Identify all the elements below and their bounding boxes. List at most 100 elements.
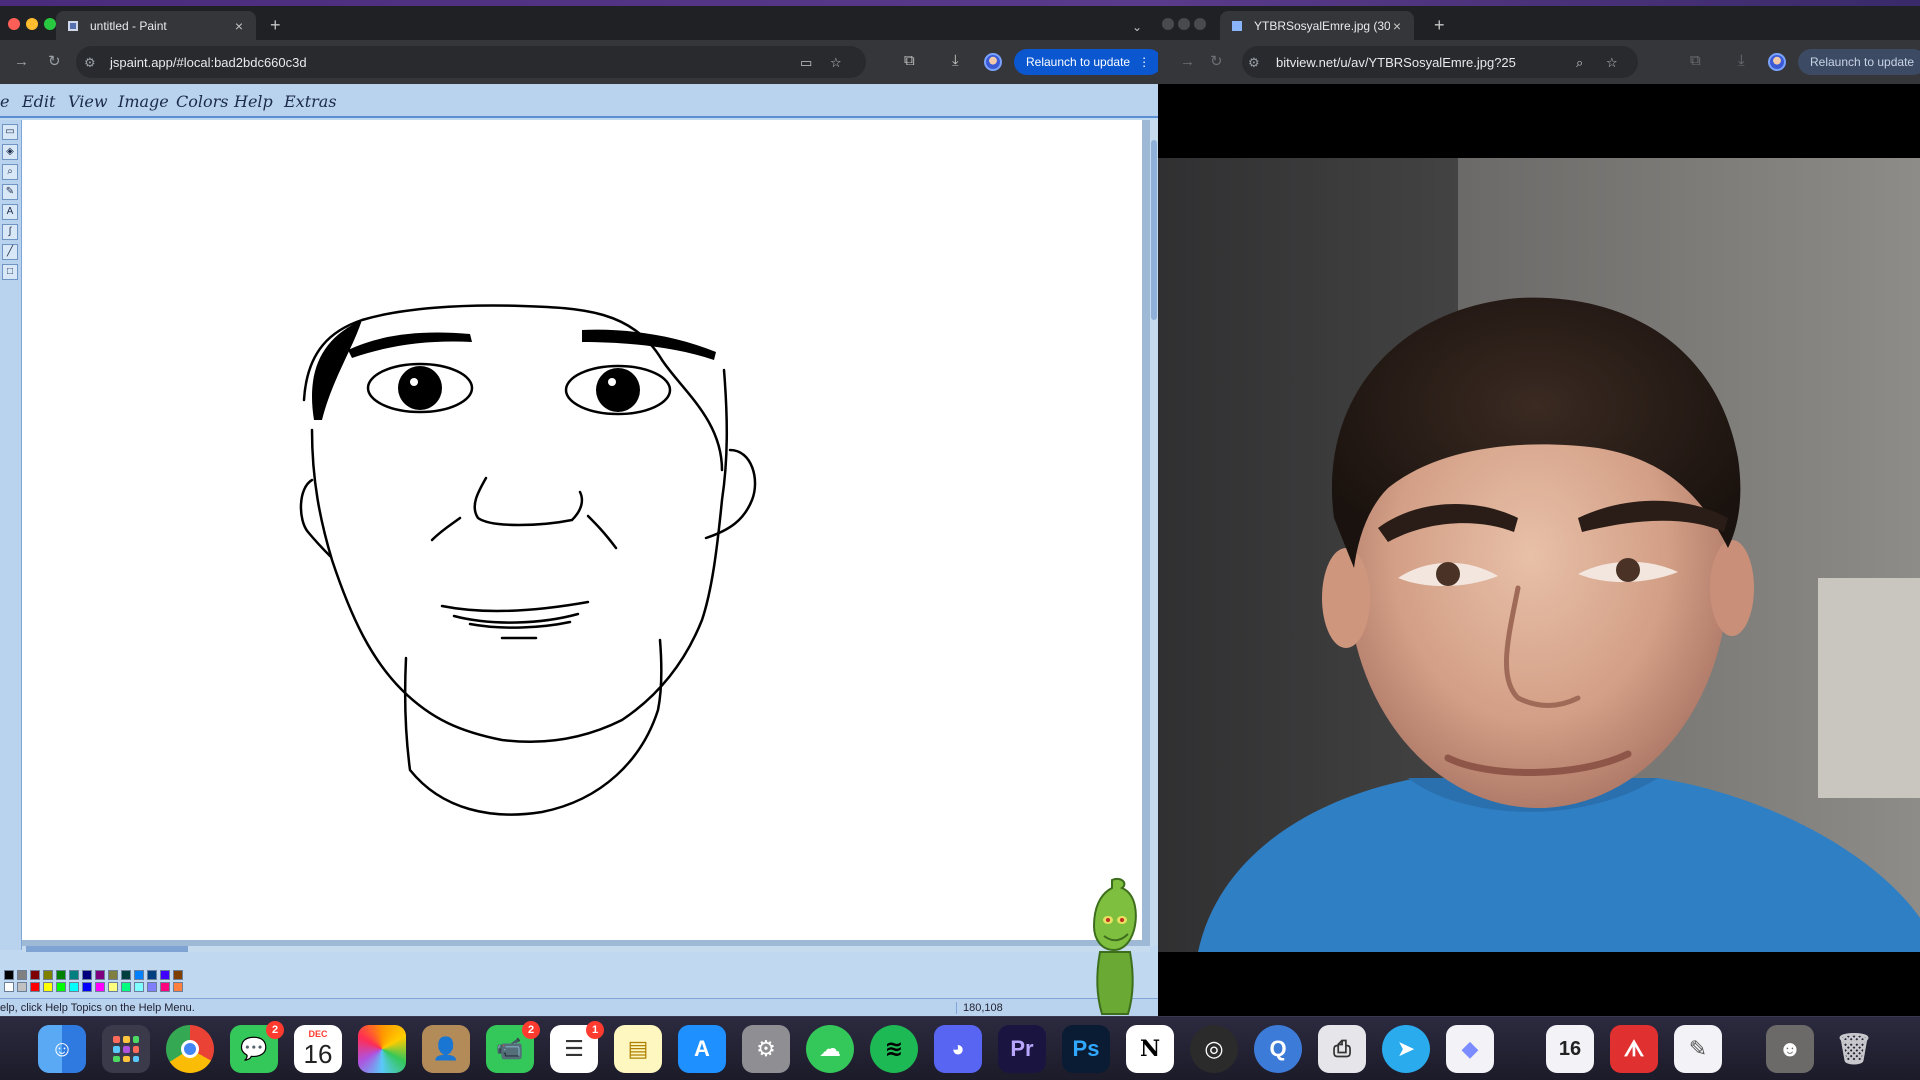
- cloud-upload-icon[interactable]: ☁: [806, 1025, 854, 1073]
- palette-swatch[interactable]: [134, 970, 144, 980]
- premiere-icon[interactable]: Pr: [998, 1025, 1046, 1073]
- drawing-canvas[interactable]: [22, 120, 1142, 940]
- grinch-clippy-icon[interactable]: [1082, 874, 1146, 1016]
- reload-icon[interactable]: ↻: [48, 53, 61, 71]
- minimize-window-button[interactable]: [26, 18, 38, 30]
- trash-icon[interactable]: 🗑: [1830, 1025, 1878, 1073]
- select-tool-icon[interactable]: ▭: [2, 124, 18, 140]
- palette-swatch[interactable]: [43, 982, 53, 992]
- palette-swatch[interactable]: [17, 982, 27, 992]
- menu-image[interactable]: Image: [118, 92, 169, 111]
- download-icon-right[interactable]: ⤓: [1738, 52, 1745, 70]
- photoshop-icon[interactable]: Ps: [1062, 1025, 1110, 1073]
- textedit-icon[interactable]: ✎: [1674, 1025, 1722, 1073]
- palette-swatch[interactable]: [95, 970, 105, 980]
- roblox-icon[interactable]: ◆: [1446, 1025, 1494, 1073]
- palette-swatch[interactable]: [30, 970, 40, 980]
- app-store-icon[interactable]: A: [678, 1025, 726, 1073]
- site-info-icon-right[interactable]: ⚙: [1248, 55, 1260, 71]
- close-window-button-inactive[interactable]: [1162, 18, 1174, 30]
- portrait-photo[interactable]: [1158, 158, 1920, 952]
- line-tool-icon[interactable]: ╱: [2, 244, 18, 260]
- close-tab-icon[interactable]: ×: [232, 18, 246, 34]
- palette-swatch[interactable]: [173, 970, 183, 980]
- launchpad-icon[interactable]: [102, 1025, 150, 1073]
- forward-icon[interactable]: →: [14, 53, 29, 71]
- fill-tool-icon[interactable]: ◈: [2, 144, 18, 160]
- telegram-icon[interactable]: ➤: [1382, 1025, 1430, 1073]
- palette-swatch[interactable]: [121, 970, 131, 980]
- chrome-icon[interactable]: [166, 1025, 214, 1073]
- calendar-app-icon[interactable]: 16: [1546, 1025, 1594, 1073]
- palette-swatch[interactable]: [147, 982, 157, 992]
- star-icon[interactable]: ☆: [830, 55, 842, 71]
- extension-icon[interactable]: ⧉: [904, 52, 915, 70]
- reload-icon-right[interactable]: ↻: [1210, 53, 1223, 71]
- calendar-icon[interactable]: DEC 16: [294, 1025, 342, 1073]
- menu-edit[interactable]: Edit: [22, 92, 55, 111]
- messages-icon[interactable]: 💬 2: [230, 1021, 284, 1073]
- magnifier-tool-icon[interactable]: ⌕: [2, 164, 18, 180]
- quicktime-icon[interactable]: Q: [1254, 1025, 1302, 1073]
- palette-swatch[interactable]: [108, 982, 118, 992]
- palette-swatch[interactable]: [82, 970, 92, 980]
- download-icon[interactable]: ⤓: [952, 52, 959, 70]
- notion-icon[interactable]: N: [1126, 1025, 1174, 1073]
- recent-photo-thumbnail[interactable]: ☻: [1766, 1025, 1814, 1073]
- relaunch-button[interactable]: Relaunch to update ⋮: [1014, 49, 1158, 75]
- close-window-button[interactable]: [8, 18, 20, 30]
- palette-swatch[interactable]: [4, 970, 14, 980]
- horizontal-scrollbar[interactable]: [22, 946, 1150, 952]
- palette-swatch[interactable]: [121, 982, 131, 992]
- zoom-window-button-inactive[interactable]: [1194, 18, 1206, 30]
- system-settings-icon[interactable]: ⚙: [742, 1025, 790, 1073]
- brush-tool-icon[interactable]: ✎: [2, 184, 18, 200]
- palette-swatch[interactable]: [173, 982, 183, 992]
- spotify-icon[interactable]: ≋: [870, 1025, 918, 1073]
- zoom-window-button[interactable]: [44, 18, 56, 30]
- new-tab-button-right[interactable]: +: [1434, 16, 1445, 34]
- reminders-icon[interactable]: ☰ 1: [550, 1021, 604, 1073]
- site-info-icon[interactable]: ⚙: [84, 55, 96, 71]
- horizontal-scroll-thumb[interactable]: [26, 946, 188, 952]
- relaunch-button-right[interactable]: Relaunch to update: [1798, 49, 1920, 75]
- extension-icon-right[interactable]: ⧉: [1690, 52, 1701, 70]
- address-bar[interactable]: ⚙ jspaint.app/#local:bad2bdc660c3d ☆ ▭: [76, 46, 866, 78]
- profile-avatar-right[interactable]: [1768, 53, 1786, 71]
- discord-icon[interactable]: ◕: [934, 1025, 982, 1073]
- star-icon-right[interactable]: ☆: [1606, 55, 1618, 71]
- text-tool-icon[interactable]: A: [2, 204, 18, 220]
- forward-icon-right[interactable]: →: [1180, 53, 1195, 71]
- contacts-icon[interactable]: 👤: [422, 1025, 470, 1073]
- palette-swatch[interactable]: [69, 982, 79, 992]
- palette-swatch[interactable]: [108, 970, 118, 980]
- palette-swatch[interactable]: [160, 982, 170, 992]
- vertical-scroll-thumb[interactable]: [1151, 140, 1157, 320]
- finder-icon[interactable]: ☺: [38, 1025, 86, 1073]
- curve-tool-icon[interactable]: ∫: [2, 224, 18, 240]
- palette-swatch[interactable]: [134, 982, 144, 992]
- close-tab-icon-right[interactable]: ×: [1390, 18, 1404, 34]
- menu-colors[interactable]: Colors: [176, 92, 228, 111]
- menu-extras[interactable]: Extras: [284, 92, 337, 111]
- palette-swatch[interactable]: [95, 982, 105, 992]
- facetime-icon[interactable]: 📹 2: [486, 1021, 540, 1073]
- menu-file[interactable]: e: [0, 92, 9, 111]
- menu-help[interactable]: Help: [234, 92, 273, 111]
- palette-swatch[interactable]: [30, 982, 40, 992]
- palette-swatch[interactable]: [82, 982, 92, 992]
- palette-swatch[interactable]: [56, 982, 66, 992]
- new-tab-button[interactable]: +: [270, 16, 281, 34]
- tab-photo[interactable]: YTBRSosyalEmre.jpg (300×3 ×: [1220, 11, 1414, 40]
- zoom-icon[interactable]: ⌕: [1576, 55, 1583, 71]
- palette-swatch[interactable]: [4, 982, 14, 992]
- palette-swatch[interactable]: [160, 970, 170, 980]
- cast-icon[interactable]: ▭: [800, 55, 812, 71]
- printer-icon[interactable]: ⎙: [1318, 1025, 1366, 1073]
- palette-swatch[interactable]: [17, 970, 27, 980]
- palette-swatch[interactable]: [43, 970, 53, 980]
- palette-swatch[interactable]: [69, 970, 79, 980]
- obs-icon[interactable]: ◎: [1190, 1025, 1238, 1073]
- photos-icon[interactable]: [358, 1025, 406, 1073]
- palette-swatch[interactable]: [56, 970, 66, 980]
